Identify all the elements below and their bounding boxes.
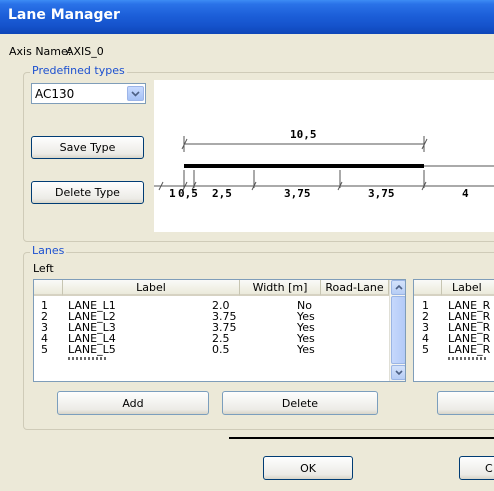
segment-label: 3,75 [368, 187, 395, 200]
row-number-header [34, 280, 63, 296]
road-lane-column-header[interactable]: Road-Lane [321, 280, 389, 296]
right-lane-button[interactable] [437, 391, 494, 415]
chevron-up-icon [394, 285, 403, 290]
left-lanes-grid[interactable]: Label Width [m] Road-Lane 1 LANE_L1 2.0 … [33, 279, 406, 382]
window-title: Lane Manager [8, 7, 120, 23]
width-header-text: Width [m] [252, 280, 308, 294]
save-type-label: Save Type [59, 141, 116, 154]
segment-label: 2,5 [212, 187, 232, 200]
partial-row [448, 357, 488, 360]
partial-row [68, 357, 108, 360]
add-lane-label: Add [122, 396, 144, 410]
delete-type-button[interactable]: Delete Type [31, 181, 144, 204]
row-index: 5 [422, 343, 429, 356]
scroll-thumb[interactable] [391, 296, 405, 364]
predefined-types-legend: Predefined types [30, 64, 127, 77]
label-header-text: Label [136, 280, 166, 294]
lane-manager-window: Lane Manager Axis Name: AXIS_0 Predefine… [0, 0, 494, 491]
delete-lane-label: Delete [281, 396, 319, 410]
road-lane-header-text: Road-Lane [325, 280, 384, 294]
chevron-down-icon [394, 370, 403, 375]
type-select[interactable]: AC130 [31, 83, 146, 104]
right-lanes-grid[interactable]: Label 1 LANE_R 2 LANE_R 3 LANE_R 4 LANE_… [413, 279, 494, 382]
scroll-up-button[interactable] [391, 280, 405, 295]
left-grid-scrollbar[interactable] [389, 280, 405, 381]
type-select-value: AC130 [35, 87, 75, 101]
row-number-header [414, 280, 442, 296]
segment-label: 1 [169, 187, 176, 200]
cross-section-preview: 10,5 1 0,5 2,5 3,75 3,75 4 [154, 80, 494, 232]
label-header-text: Label [452, 280, 482, 294]
title-bar[interactable]: Lane Manager [0, 0, 494, 34]
save-type-button[interactable]: Save Type [31, 136, 144, 159]
label-column-header[interactable]: Label [63, 280, 240, 296]
road-surface [184, 164, 424, 168]
scroll-down-button[interactable] [391, 365, 405, 380]
axis-name-value: AXIS_0 [66, 45, 104, 58]
ok-label: OK [300, 461, 316, 475]
cancel-label: C [485, 461, 493, 475]
label-column-header[interactable]: Label [442, 280, 494, 296]
chevron-down-icon [131, 90, 140, 97]
delete-type-label: Delete Type [55, 186, 120, 199]
lane-label-cell[interactable]: LANE_R [448, 344, 490, 355]
type-select-dropdown-button[interactable] [127, 86, 144, 101]
footer-separator [229, 437, 494, 439]
total-width-label: 10,5 [290, 128, 317, 141]
lane-width-cell[interactable]: 0.5 [212, 344, 230, 355]
segment-label: 0,5 [178, 187, 198, 200]
cancel-button[interactable]: C [459, 456, 494, 480]
segment-label: 4 [462, 187, 469, 200]
left-lanes-label: Left [33, 262, 54, 275]
row-index: 5 [41, 343, 48, 356]
delete-lane-button[interactable]: Delete [222, 391, 378, 415]
add-lane-button[interactable]: Add [57, 391, 209, 415]
segment-label: 3,75 [284, 187, 311, 200]
axis-name-label: Axis Name: [9, 45, 72, 58]
ok-button[interactable]: OK [263, 456, 353, 480]
width-column-header[interactable]: Width [m] [240, 280, 321, 296]
cross-section-drawing [154, 136, 494, 191]
road-lane-cell[interactable]: Yes [297, 344, 315, 355]
lane-label-cell[interactable]: LANE_L5 [68, 344, 116, 355]
lanes-legend: Lanes [30, 244, 67, 257]
